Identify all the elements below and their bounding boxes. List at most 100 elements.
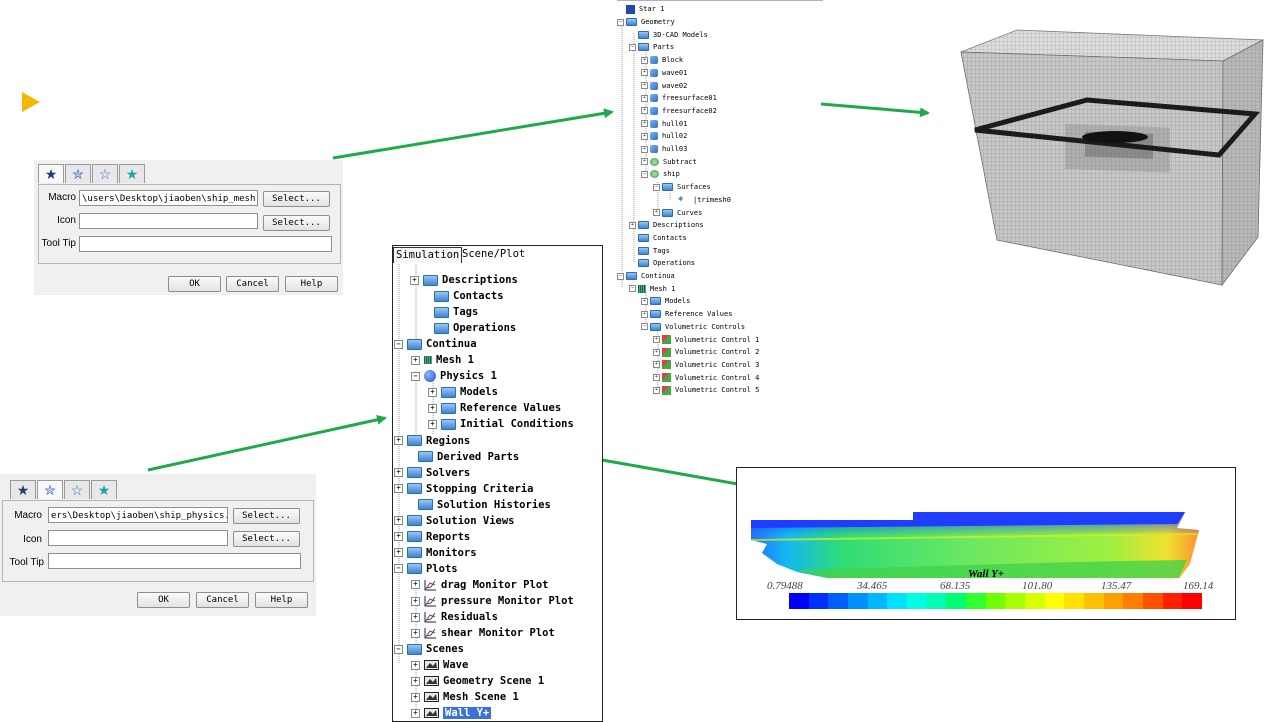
icon-field[interactable] (79, 213, 258, 229)
tab-star-blue[interactable]: ✮ (65, 164, 91, 183)
expand-icon[interactable]: + (653, 209, 660, 217)
tooltip-field[interactable] (48, 553, 301, 569)
tree-item-residuals[interactable]: + Residuals (411, 609, 498, 625)
expand-icon[interactable]: + (653, 386, 660, 394)
tab-scene-plot[interactable]: Scene/Plot (460, 247, 527, 262)
tree-item-hull03[interactable]: + hull03 (641, 143, 687, 156)
tree-item-volumetric-control-1[interactable]: + Volumetric Control 1 (653, 333, 759, 346)
tab-simulation[interactable]: Simulation (393, 247, 463, 263)
expand-icon[interactable]: + (641, 69, 648, 77)
tree-item-wall-y[interactable]: + Wall Y+ (411, 705, 492, 721)
expand-icon[interactable]: + (411, 708, 420, 718)
tree-item-mesh-1[interactable]: + Mesh 1 (411, 352, 474, 368)
tree-item-solvers[interactable]: + Solvers (394, 465, 470, 481)
expand-icon[interactable]: + (629, 221, 636, 229)
collapse-icon[interactable]: − (617, 272, 624, 280)
tab-star-teal[interactable]: ★ (119, 164, 145, 183)
tree-item-trimesh0[interactable]: ◈ |trimesh0 (669, 194, 731, 207)
ok-button[interactable]: OK (168, 276, 221, 292)
tree-item-parts[interactable]: − Parts (629, 41, 674, 54)
tree-item-physics-1[interactable]: − Physics 1 (411, 368, 497, 384)
tree-item-plots[interactable]: − Plots (394, 561, 458, 577)
macro-select-button[interactable]: Select... (263, 191, 330, 207)
tree-item-contacts[interactable]: Contacts (629, 232, 687, 245)
expand-icon[interactable]: + (411, 628, 420, 638)
tree-item-wave01[interactable]: + wave01 (641, 67, 687, 80)
expand-icon[interactable]: + (653, 361, 660, 369)
tree-item-mesh-1[interactable]: − Mesh 1 (629, 282, 675, 295)
tree-item-reference-values[interactable]: + Reference Values (641, 308, 732, 321)
expand-icon[interactable]: + (428, 403, 437, 413)
collapse-icon[interactable]: − (617, 18, 624, 26)
tree-item-volumetric-control-3[interactable]: + Volumetric Control 3 (653, 359, 759, 372)
tree-item-surfaces[interactable]: − Surfaces (653, 181, 711, 194)
tree-item-derived-parts[interactable]: Derived Parts (406, 449, 519, 465)
tree-item-volumetric-control-5[interactable]: + Volumetric Control 5 (653, 384, 759, 397)
expand-icon[interactable]: + (428, 419, 437, 429)
tree-item-descriptions[interactable]: + Descriptions (410, 272, 518, 288)
tree-item-freesurface02[interactable]: + freesurface02 (641, 105, 717, 118)
expand-icon[interactable]: + (394, 532, 403, 542)
tree-item-wave[interactable]: + Wave (411, 657, 468, 673)
expand-icon[interactable]: + (641, 120, 648, 128)
tree-item-drag-monitor-plot[interactable]: + drag Monitor Plot (411, 577, 548, 593)
tree-item-tags[interactable]: Tags (422, 304, 478, 320)
tree-item-geometry-scene-1[interactable]: + Geometry Scene 1 (411, 673, 544, 689)
tree-item-models[interactable]: + Models (428, 384, 498, 400)
expand-icon[interactable]: + (411, 580, 420, 590)
macro-field[interactable]: \users\Desktop\jiaoben\ship_mesh.java (79, 190, 258, 206)
expand-icon[interactable]: + (641, 132, 648, 140)
icon-field[interactable] (48, 530, 228, 546)
expand-icon[interactable]: + (641, 297, 648, 305)
collapse-icon[interactable]: − (641, 323, 648, 331)
tree-item-solution-histories[interactable]: Solution Histories (406, 497, 551, 513)
expand-icon[interactable]: + (641, 82, 648, 90)
macro-select-button[interactable]: Select... (233, 508, 300, 524)
tree-item-initial-conditions[interactable]: + Initial Conditions (428, 416, 574, 432)
expand-icon[interactable]: + (411, 355, 420, 365)
tree-item-hull01[interactable]: + hull01 (641, 117, 687, 130)
expand-icon[interactable]: + (641, 145, 648, 153)
collapse-icon[interactable]: − (394, 564, 403, 574)
expand-icon[interactable]: + (641, 107, 648, 115)
expand-icon[interactable]: + (394, 436, 403, 445)
tree-item-reference-values[interactable]: + Reference Values (428, 400, 561, 416)
tree-item-shear-monitor-plot[interactable]: + shear Monitor Plot (411, 625, 555, 641)
tree-item-stopping-criteria[interactable]: + Stopping Criteria (394, 481, 533, 497)
expand-icon[interactable]: + (641, 56, 648, 64)
icon-select-button[interactable]: Select... (263, 215, 330, 231)
tree-item-scenes[interactable]: − Scenes (394, 641, 464, 657)
tree-item-star-1[interactable]: Star 1 (617, 3, 664, 16)
tab-star-outline[interactable]: ☆ (64, 480, 90, 499)
collapse-icon[interactable]: − (411, 371, 420, 381)
tree-item-geometry[interactable]: − Geometry (617, 16, 675, 29)
ok-button[interactable]: OK (137, 592, 190, 608)
cancel-button[interactable]: Cancel (196, 592, 249, 608)
tree-item-monitors[interactable]: + Monitors (394, 545, 477, 561)
expand-icon[interactable]: + (394, 484, 403, 494)
tree-item-volumetric-controls[interactable]: − Volumetric Controls (641, 321, 745, 334)
expand-icon[interactable]: + (411, 612, 420, 622)
tree-item-hull02[interactable]: + hull02 (641, 130, 687, 143)
tab-star-teal[interactable]: ★ (91, 480, 117, 499)
expand-icon[interactable]: + (394, 548, 403, 558)
tree-item-operations[interactable]: Operations (422, 320, 516, 336)
tab-star-dark[interactable]: ★ (38, 164, 64, 183)
expand-icon[interactable]: + (653, 336, 660, 344)
expand-icon[interactable]: + (394, 468, 403, 478)
tree-item-volumetric-control-2[interactable]: + Volumetric Control 2 (653, 346, 759, 359)
tree-item-3d-cad-models[interactable]: 3D-CAD Models (629, 28, 708, 41)
expand-icon[interactable]: + (428, 387, 437, 397)
tree-item-mesh-scene-1[interactable]: + Mesh Scene 1 (411, 689, 519, 705)
tab-star-dark[interactable]: ★ (10, 480, 36, 499)
tree-item-models[interactable]: + Models (641, 295, 690, 308)
tab-star-blue[interactable]: ✮ (37, 480, 63, 499)
tree-item-contacts[interactable]: Contacts (422, 288, 504, 304)
collapse-icon[interactable]: − (394, 644, 403, 654)
expand-icon[interactable]: + (394, 516, 403, 526)
tooltip-field[interactable] (79, 236, 332, 252)
expand-icon[interactable]: + (653, 374, 660, 382)
expand-icon[interactable]: + (411, 676, 420, 686)
expand-icon[interactable]: + (411, 692, 420, 702)
tree-item-freesurface01[interactable]: + freesurface01 (641, 92, 717, 105)
